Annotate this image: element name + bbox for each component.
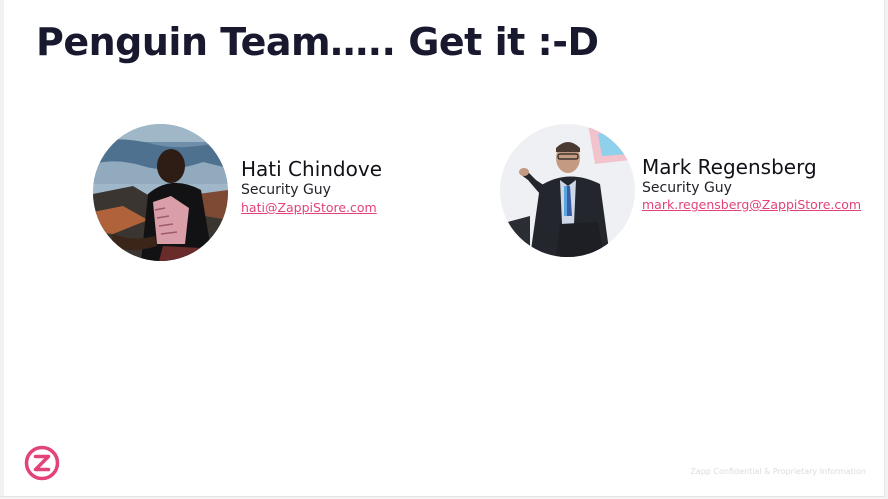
person-name-hati-chindove: Hati Chindove: [241, 157, 382, 181]
slide-left-edge: [0, 0, 4, 496]
zappi-logo-icon: [24, 445, 60, 481]
email-link-hati-chindove[interactable]: hati@ZappiStore.com: [241, 200, 377, 215]
slide-title: Penguin Team….. Get it :-D: [36, 20, 599, 64]
email-link-mark-regensberg[interactable]: mark.regensberg@ZappiStore.com: [642, 197, 861, 212]
avatar-hati-chindove: [93, 124, 228, 261]
person-role-mark-regensberg: Security Guy: [642, 180, 732, 196]
person-role-hati-chindove: Security Guy: [241, 182, 331, 198]
avatar-mark-regensberg: [500, 124, 635, 257]
confidentiality-footer: Zapp Confidential & Proprietary Informat…: [690, 467, 866, 476]
person-name-mark-regensberg: Mark Regensberg: [642, 155, 817, 179]
slide: Penguin Team….. Get it :-D Hati Chindove…: [0, 0, 885, 497]
